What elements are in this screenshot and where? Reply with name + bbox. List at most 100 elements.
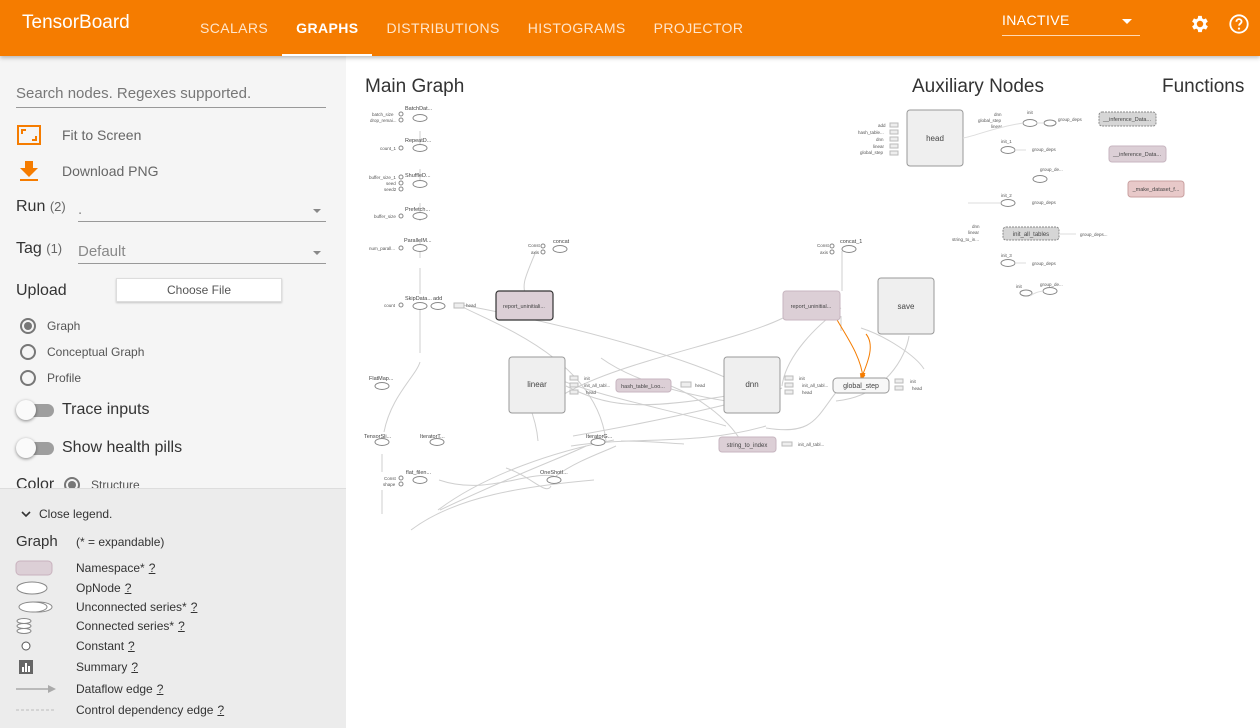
- const-node[interactable]: [398, 145, 404, 151]
- const-node[interactable]: [398, 117, 404, 123]
- trace-inputs-toggle[interactable]: Trace inputs: [16, 400, 149, 420]
- aux-init-2-node[interactable]: [1000, 199, 1016, 207]
- const-node[interactable]: [398, 475, 404, 481]
- radio-profile-label: Profile: [47, 371, 82, 385]
- search-nodes-input[interactable]: Search nodes. Regexes supported.: [16, 82, 326, 108]
- choose-file-button[interactable]: Choose File: [116, 278, 282, 302]
- aux-init-3-node[interactable]: [1000, 259, 1016, 267]
- run-select[interactable]: .: [78, 198, 326, 222]
- const-node[interactable]: [398, 481, 404, 487]
- add-node[interactable]: [430, 302, 446, 310]
- node-label: dnn: [745, 380, 758, 389]
- node-label: Const: [528, 243, 541, 248]
- node-label: group_deps...: [1080, 232, 1108, 237]
- legend-help-link[interactable]: ?: [125, 581, 132, 595]
- close-legend-button[interactable]: Close legend.: [20, 507, 112, 521]
- repeatdataset-node[interactable]: [412, 144, 428, 152]
- tab-graphs[interactable]: GRAPHS: [282, 0, 373, 56]
- node-label: buffer_size: [374, 214, 396, 219]
- const-node[interactable]: [398, 245, 404, 251]
- legend-label: Dataflow edge: [76, 682, 153, 696]
- legend-label: Constant: [76, 639, 125, 653]
- legend-help-link[interactable]: ?: [131, 660, 138, 674]
- node-label: IteratorG...: [586, 434, 613, 440]
- graph-legend: Close legend. Graph (* = expandable) Nam…: [0, 488, 346, 728]
- node-label: dnn: [972, 224, 980, 229]
- legend-help-link[interactable]: ?: [217, 703, 224, 717]
- prefetchdataset-node[interactable]: [412, 212, 428, 220]
- node-label: BatchDat...: [405, 106, 433, 112]
- fit-to-screen-icon: [17, 125, 41, 145]
- radio-checked-icon: [64, 477, 80, 488]
- node-label: global_step: [843, 383, 879, 390]
- const-node[interactable]: [829, 249, 835, 255]
- const-node[interactable]: [398, 186, 404, 192]
- legend-item-dataflow-edge: Dataflow edge?: [14, 680, 334, 698]
- node-label: axis: [820, 250, 829, 255]
- run-select-value: .: [78, 201, 83, 218]
- node-label: init: [1016, 284, 1023, 289]
- const-node[interactable]: [398, 174, 404, 180]
- graph-controls: Search nodes. Regexes supported. Fit to …: [0, 56, 346, 488]
- health-pills-toggle[interactable]: Show health pills: [16, 438, 182, 458]
- skipdataset-node[interactable]: [412, 302, 428, 310]
- const-node[interactable]: [398, 180, 404, 186]
- download-png-button[interactable]: Download PNG: [16, 160, 159, 182]
- parallelmap-node[interactable]: [412, 244, 428, 252]
- aux-group-deps-node[interactable]: [1032, 175, 1048, 183]
- const-node[interactable]: [829, 243, 835, 249]
- node-label: init_3: [1001, 253, 1012, 258]
- flat-filenames-node[interactable]: [412, 476, 428, 484]
- help-icon[interactable]: [1228, 13, 1250, 35]
- fit-to-screen-button[interactable]: Fit to Screen: [16, 124, 141, 146]
- radio-profile[interactable]: Profile: [20, 370, 81, 386]
- const-node[interactable]: [540, 249, 546, 255]
- aux-init-node[interactable]: [1022, 119, 1038, 127]
- node-label: group_de...: [1040, 282, 1063, 287]
- node-label: linear: [527, 380, 547, 389]
- legend-help-link[interactable]: ?: [191, 600, 198, 614]
- radio-graph[interactable]: Graph: [20, 318, 80, 334]
- tag-select[interactable]: Default: [78, 240, 326, 264]
- node-label: concat: [553, 239, 570, 245]
- sidebar: Search nodes. Regexes supported. Fit to …: [0, 56, 346, 728]
- radio-conceptual-graph[interactable]: Conceptual Graph: [20, 344, 144, 360]
- node-label: head: [802, 390, 813, 395]
- inactive-dashboards-select[interactable]: INACTIVE: [1002, 12, 1140, 36]
- tab-scalars[interactable]: SCALARS: [186, 0, 282, 56]
- aux-init-1-node[interactable]: [1000, 146, 1016, 154]
- series-node[interactable]: [453, 302, 465, 309]
- batchdataset-node[interactable]: [412, 114, 428, 122]
- tab-projector[interactable]: PROJECTOR: [640, 0, 758, 56]
- const-node[interactable]: [398, 111, 404, 117]
- shuffledataset-node[interactable]: [412, 180, 428, 188]
- aux-noop-node[interactable]: [1043, 119, 1057, 127]
- legend-help-link[interactable]: ?: [128, 639, 135, 653]
- concat-1-node[interactable]: [841, 245, 857, 253]
- const-node[interactable]: [398, 302, 404, 308]
- gear-icon[interactable]: [1189, 13, 1211, 35]
- oneshotiterator-node[interactable]: [546, 476, 562, 484]
- aux-group-deps-2-node[interactable]: [1042, 287, 1058, 295]
- node-label: group_deps: [1032, 147, 1057, 152]
- const-node[interactable]: [398, 213, 404, 219]
- opnode-symbol-icon: [16, 581, 48, 595]
- flatmap-node[interactable]: [374, 382, 390, 390]
- tab-histograms[interactable]: HISTOGRAMS: [514, 0, 640, 56]
- legend-item-connected-series: Connected series*?: [14, 617, 334, 635]
- node-label: init_all_tabl...: [584, 383, 610, 388]
- legend-help-link[interactable]: ?: [149, 561, 156, 575]
- concat-node[interactable]: [552, 245, 568, 253]
- graph-canvas[interactable]: Main Graph Auxiliary Nodes Functions Bat…: [346, 56, 1260, 728]
- radio-color-structure[interactable]: Structure: [64, 477, 140, 488]
- node-label: add: [433, 296, 442, 302]
- node-label: ShuffleD...: [405, 173, 431, 179]
- tab-distributions[interactable]: DISTRIBUTIONS: [372, 0, 513, 56]
- const-node[interactable]: [540, 243, 546, 249]
- aux-init-node-2[interactable]: [1019, 289, 1033, 297]
- legend-help-link[interactable]: ?: [157, 682, 164, 696]
- node-label: ParallelM...: [404, 238, 432, 244]
- legend-item-summary: Summary?: [14, 658, 334, 676]
- node-label: init: [799, 376, 806, 381]
- legend-help-link[interactable]: ?: [178, 619, 185, 633]
